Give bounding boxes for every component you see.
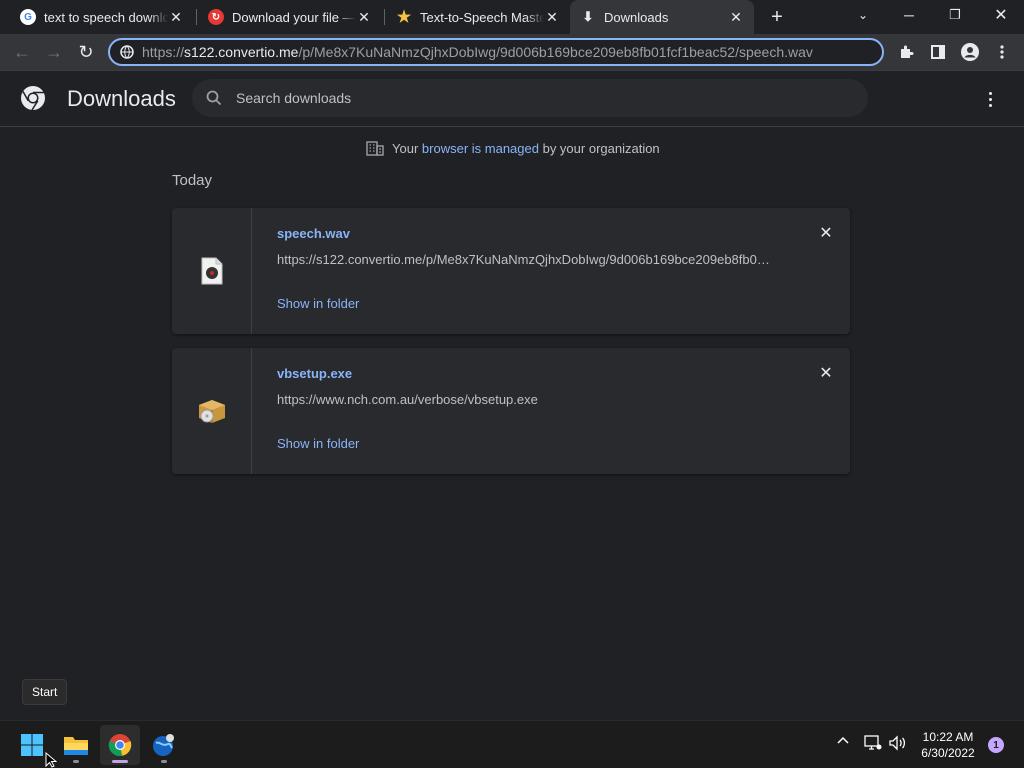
search-box[interactable]	[192, 79, 868, 117]
reload-button[interactable]: ↻	[72, 38, 100, 66]
volume-icon[interactable]	[888, 735, 908, 751]
tab-title: text to speech download	[44, 9, 168, 25]
clock[interactable]: 10:22 AM 6/30/2022	[916, 729, 980, 761]
network-icon[interactable]	[864, 735, 882, 751]
download-icon: ⬇	[582, 9, 594, 24]
building-icon	[366, 141, 384, 156]
browser-toolbar: ← → ↻ https://s122.convertio.me/p/Me8x7K…	[0, 34, 1024, 71]
clock-date: 6/30/2022	[921, 746, 975, 760]
running-indicator	[161, 760, 167, 763]
tab-separator	[384, 9, 385, 25]
close-tab-icon[interactable]: ✕	[356, 9, 372, 25]
managed-link[interactable]: browser is managed	[422, 141, 539, 156]
chrome-taskbar-button[interactable]	[100, 725, 140, 765]
notification-badge[interactable]: 1	[988, 737, 1004, 753]
start-tooltip: Start	[22, 679, 68, 705]
globe-app-icon	[153, 734, 174, 756]
file-url-link[interactable]: https://s122.convertio.me/p/Me8x7KuNaNmz…	[277, 252, 777, 267]
chrome-icon	[108, 734, 132, 757]
tab-separator	[196, 9, 197, 25]
tab-downloads[interactable]: ⬇ Downloads ✕	[570, 0, 754, 34]
close-window-button[interactable]: ✕	[978, 0, 1024, 30]
folder-icon	[64, 737, 88, 755]
running-indicator	[73, 760, 79, 763]
site-info-icon[interactable]	[120, 45, 134, 59]
tab-search-chevron-icon[interactable]: ⌄	[840, 0, 886, 30]
search-icon	[206, 90, 222, 106]
close-tab-icon[interactable]: ✕	[544, 9, 560, 25]
chrome-menu-icon[interactable]	[992, 42, 1012, 62]
side-panel-icon[interactable]	[928, 42, 948, 62]
minimize-button[interactable]: ─	[886, 0, 932, 30]
clock-time: 10:22 AM	[922, 730, 974, 744]
tab-google-search[interactable]: G text to speech download ✕	[10, 0, 194, 34]
download-item-speech-wav: speech.wav https://s122.convertio.me/p/M…	[172, 208, 850, 334]
close-tab-icon[interactable]: ✕	[728, 9, 744, 25]
tab-tts-master[interactable]: ★ Text-to-Speech Master ✕	[386, 0, 570, 34]
file-name-link[interactable]: vbsetup.exe	[277, 366, 352, 381]
file-icon-column	[172, 208, 252, 334]
file-name-link[interactable]: speech.wav	[277, 226, 350, 241]
more-actions-icon[interactable]	[980, 87, 1000, 111]
chrome-logo-icon	[21, 86, 45, 111]
download-item-vbsetup-exe: vbsetup.exe https://www.nch.com.au/verbo…	[172, 348, 850, 474]
managed-prefix: Your	[392, 140, 419, 156]
extensions-icon[interactable]	[896, 42, 916, 62]
file-url-link[interactable]: https://www.nch.com.au/verbose/vbsetup.e…	[277, 392, 777, 407]
installer-box-icon	[198, 400, 225, 423]
restore-button[interactable]: ❐	[932, 0, 978, 30]
windows-logo-icon	[21, 734, 43, 756]
address-bar[interactable]: https://s122.convertio.me/p/Me8x7KuNaNmz…	[108, 38, 884, 66]
tab-title: Text-to-Speech Master	[420, 9, 544, 25]
file-explorer-button[interactable]	[56, 725, 96, 765]
remove-download-icon[interactable]: ✕	[817, 224, 835, 242]
show-in-folder-link[interactable]: Show in folder	[277, 436, 359, 451]
page-title: Downloads	[67, 86, 176, 111]
tab-convertio[interactable]: ↻ Download your file — Convertio ✕	[198, 0, 382, 34]
audio-file-icon	[201, 257, 222, 285]
app-taskbar-button[interactable]	[144, 725, 184, 765]
new-tab-button[interactable]: +	[766, 6, 788, 28]
back-button[interactable]: ←	[8, 38, 36, 66]
google-icon: G	[20, 9, 36, 25]
taskbar: 10:22 AM 6/30/2022 1	[0, 720, 1024, 768]
tab-strip: G text to speech download ✕ ↻ Download y…	[0, 0, 1024, 34]
url-scheme: https://	[142, 44, 185, 60]
managed-notice: Your browser is managed by your organiza…	[366, 140, 660, 156]
managed-suffix: by your organization	[542, 140, 660, 156]
tab-title: Downloads	[604, 9, 669, 25]
forward-button[interactable]: →	[40, 38, 68, 66]
file-icon-column	[172, 348, 252, 474]
close-tab-icon[interactable]: ✕	[168, 9, 184, 25]
tab-title: Download your file — Convertio	[232, 9, 356, 25]
active-indicator	[112, 760, 128, 763]
url-text: https://s122.convertio.me/p/Me8x7KuNaNmz…	[142, 44, 813, 60]
star-icon: ★	[396, 9, 412, 26]
mouse-cursor-icon	[45, 752, 57, 768]
show-in-folder-link[interactable]: Show in folder	[277, 296, 359, 311]
search-input[interactable]	[236, 90, 796, 106]
date-group-label: Today	[172, 172, 213, 189]
downloads-header: Downloads	[0, 71, 1024, 127]
remove-download-icon[interactable]: ✕	[817, 364, 835, 382]
url-path: /p/Me8x7KuNaNmzQjhxDobIwg/9d006b169bce20…	[298, 44, 813, 60]
show-hidden-icons-chevron-icon[interactable]	[836, 735, 850, 745]
profile-icon[interactable]	[960, 42, 980, 62]
convertio-icon: ↻	[208, 9, 224, 25]
url-host: s122.convertio.me	[184, 44, 299, 60]
